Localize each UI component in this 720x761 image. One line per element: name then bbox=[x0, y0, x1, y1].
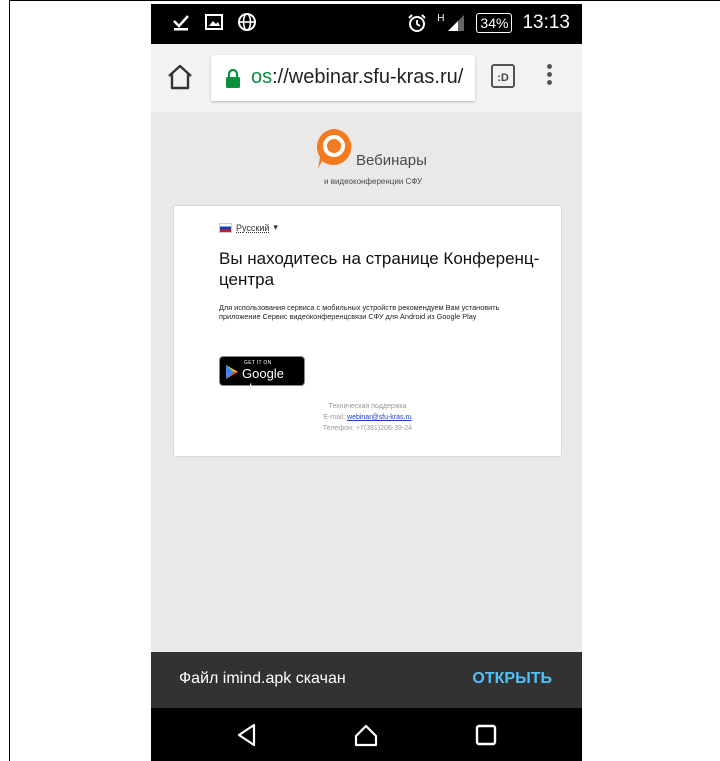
support-phone: Телефон: +7(391)206-39-24 bbox=[322, 425, 413, 432]
alarm-icon bbox=[408, 14, 426, 32]
battery-indicator: 34% bbox=[476, 13, 513, 33]
status-icons-right: H 34% 13:13 bbox=[407, 12, 570, 34]
overflow-menu-icon[interactable] bbox=[544, 61, 554, 95]
system-nav-bar bbox=[151, 708, 582, 761]
home-nav-icon[interactable] bbox=[353, 722, 379, 748]
network-type-label: H bbox=[437, 12, 445, 24]
back-icon[interactable] bbox=[234, 722, 260, 748]
play-store-icon bbox=[226, 365, 238, 379]
web-page: Вебинары и видеоконференции СФУ Русский … bbox=[151, 112, 582, 652]
logo-subtitle: и видеоконференции СФУ bbox=[324, 177, 423, 186]
chat-bubble-logo-icon bbox=[316, 129, 352, 169]
signal-icon bbox=[448, 15, 465, 31]
badge-google-play: Google play bbox=[242, 366, 284, 396]
support-email-label: E-mail: bbox=[323, 414, 346, 421]
language-label: Русский bbox=[236, 222, 270, 233]
logo-title: Вебинары bbox=[356, 152, 427, 169]
page-heading: Вы находитесь на странице Конференц-цент… bbox=[219, 249, 540, 289]
russian-flag-icon bbox=[219, 222, 232, 233]
frame-border-top bbox=[9, 0, 720, 1]
phone-screen: H 34% 13:13 os://webinar.sfu-kras.ru/ :D bbox=[151, 4, 582, 761]
status-icons-left bbox=[171, 12, 257, 32]
status-time: 13:13 bbox=[522, 12, 570, 33]
content-card: Русский ▾ Вы находитесь на странице Конф… bbox=[173, 205, 562, 457]
browser-toolbar: os://webinar.sfu-kras.ru/ :D bbox=[151, 44, 582, 113]
globe-icon bbox=[238, 13, 256, 31]
frame-border-left bbox=[9, 0, 10, 761]
open-file-button[interactable]: ОТКРЫТЬ bbox=[472, 670, 552, 688]
url-host: ://webinar.sfu-kras.ru/ bbox=[272, 66, 464, 88]
status-bar: H 34% 13:13 bbox=[151, 4, 582, 44]
lock-icon bbox=[226, 68, 240, 88]
app-recommendation-text: Для использования сервиса с мобильных ус… bbox=[219, 303, 500, 321]
address-bar[interactable]: os://webinar.sfu-kras.ru/ bbox=[211, 55, 475, 101]
url-text: os://webinar.sfu-kras.ru/ bbox=[251, 66, 463, 89]
support-email-link[interactable]: webinar@sfu-kras.ru bbox=[347, 414, 412, 421]
recents-icon[interactable] bbox=[473, 722, 499, 748]
site-logo[interactable]: Вебинары и видеоконференции СФУ bbox=[314, 127, 454, 197]
download-done-icon bbox=[173, 15, 189, 31]
snackbar-message: Файл imind.apk скачан bbox=[179, 670, 346, 687]
download-snackbar: Файл imind.apk скачан ОТКРЫТЬ bbox=[151, 652, 582, 708]
caret-down-icon: ▾ bbox=[273, 222, 278, 232]
support-email-line: E-mail: webinar@sfu-kras.ru bbox=[174, 412, 561, 423]
image-icon bbox=[205, 14, 223, 30]
support-title: Техническая поддержка bbox=[328, 403, 407, 410]
home-icon[interactable] bbox=[165, 62, 195, 92]
support-info: Техническая поддержка E-mail: webinar@sf… bbox=[174, 401, 561, 434]
google-play-badge[interactable]: GET IT ON Google play bbox=[219, 356, 305, 396]
url-scheme: os bbox=[251, 66, 273, 88]
tab-switcher-button[interactable]: :D bbox=[491, 64, 515, 88]
language-selector[interactable]: Русский ▾ bbox=[219, 222, 278, 233]
